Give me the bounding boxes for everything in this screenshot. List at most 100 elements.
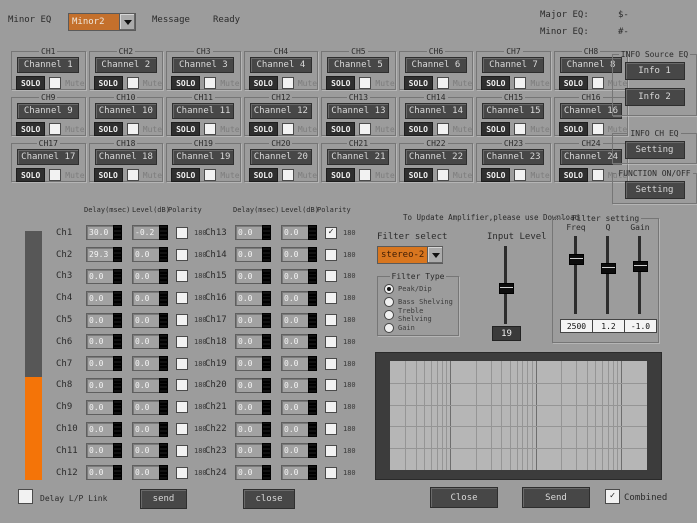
radio-icon[interactable] <box>384 284 394 294</box>
level-spinner[interactable]: 0.0 <box>132 465 168 480</box>
delay-spinner[interactable]: 0.0 <box>235 465 271 480</box>
delay-spinner[interactable]: 29.3 <box>86 247 122 262</box>
polarity-checkbox[interactable] <box>325 249 337 261</box>
filter-slider-track[interactable] <box>606 236 609 314</box>
solo-button[interactable]: SOLO <box>94 76 123 90</box>
spin-up-icon[interactable] <box>308 378 317 386</box>
mute-checkbox[interactable] <box>282 123 294 135</box>
spin-up-icon[interactable] <box>113 443 122 451</box>
mute-checkbox[interactable] <box>127 123 139 135</box>
delay-spinner[interactable]: 0.0 <box>86 465 122 480</box>
delay-spinner[interactable]: 0.0 <box>86 422 122 437</box>
delay-spinner[interactable]: 0.0 <box>235 422 271 437</box>
spin-down-icon[interactable] <box>113 364 122 372</box>
solo-button[interactable]: SOLO <box>326 168 355 182</box>
mute-checkbox[interactable] <box>127 77 139 89</box>
spin-up-icon[interactable] <box>308 422 317 430</box>
solo-button[interactable]: SOLO <box>249 168 278 182</box>
filter-select[interactable]: stereo-2 <box>377 246 443 264</box>
spin-down-icon[interactable] <box>262 233 271 241</box>
spin-down-icon[interactable] <box>308 276 317 284</box>
polarity-checkbox[interactable] <box>176 358 188 370</box>
level-spinner[interactable]: 0.0 <box>281 247 317 262</box>
spin-up-icon[interactable] <box>262 269 271 277</box>
spin-up-icon[interactable] <box>308 356 317 364</box>
mute-checkbox[interactable] <box>437 77 449 89</box>
level-spinner[interactable]: 0.0 <box>132 291 168 306</box>
channel-button[interactable]: Channel 13 <box>327 103 389 119</box>
spin-up-icon[interactable] <box>113 400 122 408</box>
spin-up-icon[interactable] <box>308 400 317 408</box>
solo-button[interactable]: SOLO <box>559 76 588 90</box>
spin-up-icon[interactable] <box>308 291 317 299</box>
mute-checkbox[interactable] <box>282 77 294 89</box>
spin-down-icon[interactable] <box>159 342 168 350</box>
spin-up-icon[interactable] <box>159 400 168 408</box>
spin-down-icon[interactable] <box>308 407 317 415</box>
solo-button[interactable]: SOLO <box>16 168 45 182</box>
polarity-checkbox[interactable] <box>176 249 188 261</box>
spin-down-icon[interactable] <box>262 385 271 393</box>
solo-button[interactable]: SOLO <box>94 168 123 182</box>
filter-slider-handle[interactable] <box>601 263 616 274</box>
channel-button[interactable]: Channel 15 <box>482 103 544 119</box>
spin-up-icon[interactable] <box>113 378 122 386</box>
spin-down-icon[interactable] <box>159 276 168 284</box>
spin-down-icon[interactable] <box>113 342 122 350</box>
solo-button[interactable]: SOLO <box>481 168 510 182</box>
spin-down-icon[interactable] <box>113 473 122 481</box>
spin-down-icon[interactable] <box>262 255 271 263</box>
spin-up-icon[interactable] <box>262 443 271 451</box>
spin-down-icon[interactable] <box>159 233 168 241</box>
mute-checkbox[interactable] <box>49 77 61 89</box>
spin-down-icon[interactable] <box>113 233 122 241</box>
spin-down-icon[interactable] <box>308 342 317 350</box>
channel-button[interactable]: Channel 19 <box>172 149 234 165</box>
spin-down-icon[interactable] <box>113 385 122 393</box>
polarity-checkbox[interactable] <box>325 270 337 282</box>
level-spinner[interactable]: 0.0 <box>281 291 317 306</box>
delay-spinner[interactable]: 30.0 <box>86 225 122 240</box>
solo-button[interactable]: SOLO <box>16 122 45 136</box>
info-1-button[interactable]: Info 1 <box>625 62 685 80</box>
channel-button[interactable]: Channel 18 <box>95 149 157 165</box>
mute-checkbox[interactable] <box>282 169 294 181</box>
polarity-checkbox[interactable] <box>176 401 188 413</box>
level-spinner[interactable]: 0.0 <box>132 400 168 415</box>
spin-up-icon[interactable] <box>113 356 122 364</box>
spin-down-icon[interactable] <box>308 320 317 328</box>
delay-spinner[interactable]: 0.0 <box>86 356 122 371</box>
mute-checkbox[interactable] <box>514 169 526 181</box>
level-spinner[interactable]: -0.2 <box>132 225 168 240</box>
filter-type-option[interactable]: Treble Shelving <box>384 308 458 321</box>
channel-button[interactable]: Channel 23 <box>482 149 544 165</box>
delay-spinner[interactable]: 0.0 <box>86 400 122 415</box>
level-spinner[interactable]: 0.0 <box>281 378 317 393</box>
solo-button[interactable]: SOLO <box>249 76 278 90</box>
spin-up-icon[interactable] <box>262 225 271 233</box>
mute-checkbox[interactable] <box>127 169 139 181</box>
spin-up-icon[interactable] <box>308 225 317 233</box>
input-level-slider-handle[interactable] <box>499 283 514 294</box>
level-spinner[interactable]: 0.0 <box>281 443 317 458</box>
spin-down-icon[interactable] <box>159 385 168 393</box>
spin-up-icon[interactable] <box>262 465 271 473</box>
polarity-checkbox[interactable] <box>325 336 337 348</box>
delay-spinner[interactable]: 0.0 <box>86 334 122 349</box>
filter-slider-track[interactable] <box>638 236 641 314</box>
spin-up-icon[interactable] <box>159 378 168 386</box>
channel-button[interactable]: Channel 1 <box>17 57 79 73</box>
level-spinner[interactable]: 0.0 <box>281 269 317 284</box>
spin-down-icon[interactable] <box>308 385 317 393</box>
spin-down-icon[interactable] <box>262 451 271 459</box>
spin-up-icon[interactable] <box>113 225 122 233</box>
combined-checkbox[interactable]: ✓ <box>605 489 620 504</box>
level-spinner[interactable]: 0.0 <box>281 334 317 349</box>
mute-checkbox[interactable] <box>204 123 216 135</box>
spin-up-icon[interactable] <box>159 334 168 342</box>
spin-up-icon[interactable] <box>159 225 168 233</box>
polarity-checkbox[interactable] <box>325 467 337 479</box>
mute-checkbox[interactable] <box>49 123 61 135</box>
channel-button[interactable]: Channel 2 <box>95 57 157 73</box>
mute-checkbox[interactable] <box>49 169 61 181</box>
